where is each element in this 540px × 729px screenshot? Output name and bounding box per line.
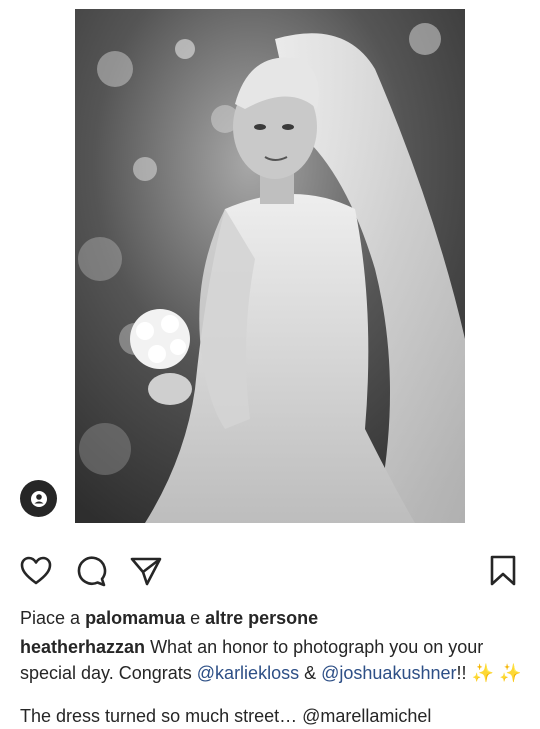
post-photo[interactable] [75, 9, 465, 523]
likes-summary: Piace a palomamua e altre persone [20, 607, 318, 629]
caption-ampersand: & [304, 663, 317, 683]
wedding-photo-illustration [75, 9, 465, 523]
heart-icon [20, 556, 52, 585]
caption-end: !! [456, 663, 467, 683]
post-media[interactable] [0, 0, 540, 538]
save-button[interactable] [486, 554, 520, 588]
post-caption: heatherhazzan What an honor to photograp… [20, 634, 525, 686]
sparkle-emoji: ✨ [498, 663, 522, 683]
bookmark-icon [490, 555, 516, 586]
caption-continuation: The dress turned so much street… @marell… [20, 706, 432, 726]
sparkle-emoji: ✨ [471, 663, 494, 683]
likes-prefix: Piace a [20, 608, 81, 628]
tagged-users-button[interactable] [20, 480, 57, 517]
user-tag-icon [30, 490, 47, 507]
post-action-bar [0, 548, 540, 594]
others-link[interactable]: altre persone [205, 608, 318, 628]
caption-username[interactable]: heatherhazzan [20, 637, 145, 657]
like-button[interactable] [19, 554, 53, 588]
comment-icon [77, 556, 107, 587]
mention-link[interactable]: @karliekloss [197, 663, 299, 683]
likes-conjunction: e [190, 608, 201, 628]
comment-button[interactable] [74, 554, 108, 588]
share-button[interactable] [129, 554, 163, 588]
mention-link[interactable]: @joshuakushner [321, 663, 456, 683]
send-icon [130, 557, 162, 586]
liked-by-username[interactable]: palomamua [85, 608, 185, 628]
